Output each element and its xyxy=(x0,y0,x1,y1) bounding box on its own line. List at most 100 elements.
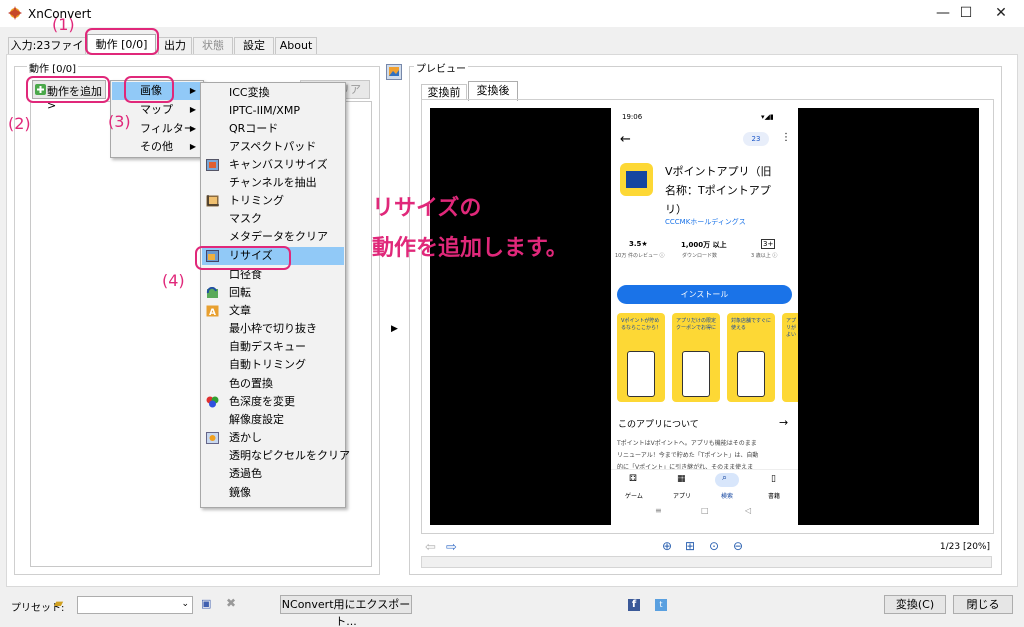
submenu-item-label: 色の置換 xyxy=(229,377,273,390)
submenu-item-extract-channel[interactable]: チャンネルを抽出 xyxy=(202,174,344,192)
preview-image: 19:06 ▾◢▮ ← 23 ⋮ Vポイントアプリ（旧 名称：Tポイントアプ リ… xyxy=(611,108,798,525)
zoom-actual-icon[interactable]: ⊙ xyxy=(709,539,719,553)
rotate-icon xyxy=(206,287,218,298)
submenu-item-mirror[interactable]: 鏡像 xyxy=(202,484,344,502)
submenu-item-label: キャンバスリサイズ xyxy=(229,158,328,171)
convert-label: 変換(C) xyxy=(895,598,935,611)
submenu-item-deskew[interactable]: 自動デスキュー xyxy=(202,338,344,356)
nav-label: 書籍 xyxy=(768,493,781,500)
tab-preview-before[interactable]: 変換前 xyxy=(421,84,467,100)
save-icon[interactable]: ▣ xyxy=(201,597,211,610)
submenu-arrow-icon: ▶ xyxy=(189,86,196,95)
tab-settings[interactable]: 設定 xyxy=(234,37,274,54)
prev-arrow-icon[interactable]: ⇦ xyxy=(425,540,436,555)
review-count: 10万 件のレビュー ⓘ xyxy=(615,253,665,259)
phone-status-icons: ▾◢▮ xyxy=(761,113,774,121)
preset-dropdown[interactable]: ⌄ xyxy=(77,596,193,614)
submenu-item-rotate[interactable]: 回転 xyxy=(202,284,344,302)
forward-arrow-icon: → xyxy=(779,416,789,429)
close-window-button[interactable]: ✕ xyxy=(978,0,1024,27)
facebook-icon[interactable]: f xyxy=(628,599,640,611)
tab-preview-after[interactable]: 変換後 xyxy=(468,81,518,101)
submenu-item-label: 色深度を変更 xyxy=(229,395,295,408)
zoom-out-icon[interactable]: ⊖ xyxy=(733,539,743,553)
submenu-arrow-icon: ▶ xyxy=(189,105,196,114)
callout-text: リサイズの xyxy=(372,196,482,221)
crop-icon xyxy=(206,195,219,207)
submenu-item-crop[interactable]: トリミング xyxy=(202,192,344,210)
canvas-resize-icon xyxy=(206,159,219,171)
twitter-icon[interactable]: t xyxy=(655,599,667,611)
submenu-item-label: 回転 xyxy=(229,286,251,299)
highlight-box-step2 xyxy=(26,76,110,103)
preview-group-label: プレビュー xyxy=(414,60,468,75)
chevron-down-icon: ⌄ xyxy=(181,599,189,609)
search-icon: ⌕ xyxy=(722,473,728,483)
developer-name: CCCMKホールディングス xyxy=(665,218,746,226)
submenu-item-label: 自動トリミング xyxy=(229,358,306,371)
text-icon: A xyxy=(206,305,219,317)
submenu-item-label: 最小枠で切り抜き xyxy=(229,322,317,335)
image-submenu: ICC変換 IPTC-IIM/XMP QRコード アスペクトパッド キャンバスリ… xyxy=(200,82,350,508)
preview-icon[interactable] xyxy=(386,64,402,80)
tab-about[interactable]: About xyxy=(275,37,317,54)
submenu-item-resolution[interactable]: 解像度設定 xyxy=(202,411,344,429)
submenu-item-iptc[interactable]: IPTC-IIM/XMP xyxy=(202,102,344,120)
convert-button[interactable]: 変換(C) xyxy=(884,595,946,614)
submenu-item-label: ICC変換 xyxy=(229,86,270,99)
submenu-item-watermark[interactable]: 透かし xyxy=(202,429,344,447)
apps-icon: ▦ xyxy=(677,474,686,484)
app-screenshot: 対象店舗ですぐに使える xyxy=(727,313,775,402)
highlight-box-step1 xyxy=(85,28,159,55)
submenu-item-clear-transparent[interactable]: 透明なピクセルをクリア xyxy=(202,447,350,465)
back-arrow-icon: ← xyxy=(620,132,631,147)
export-label: NConvert用にエクスポート... xyxy=(281,598,411,627)
folder-icon[interactable]: ▰ xyxy=(54,596,63,610)
submenu-item-label: 解像度設定 xyxy=(229,413,284,426)
submenu-item-label: 透過色 xyxy=(229,467,262,480)
menu-item-label: その他 xyxy=(140,140,173,153)
fit-icon[interactable]: ⊞ xyxy=(685,539,695,553)
store-app-title: 名称：Tポイントアプ xyxy=(665,184,771,197)
tab-output[interactable]: 出力 xyxy=(158,37,192,54)
submenu-item-canvas-resize[interactable]: キャンバスリサイズ xyxy=(202,156,344,174)
nav-label: 検索 xyxy=(721,493,734,500)
submenu-item-clear-metadata[interactable]: メタデータをクリア xyxy=(202,228,344,246)
submenu-item-autocrop-min[interactable]: 最小枠で切り抜き xyxy=(202,320,344,338)
app-logo-icon xyxy=(8,6,22,20)
watermark-icon xyxy=(206,432,219,444)
store-app-title: リ） xyxy=(665,203,687,216)
close-button[interactable]: 閉じる xyxy=(953,595,1013,614)
submenu-item-qrcode[interactable]: QRコード xyxy=(202,120,344,138)
submenu-item-mask[interactable]: マスク xyxy=(202,210,344,228)
books-icon: ▯ xyxy=(771,474,776,484)
submenu-item-icc[interactable]: ICC変換 xyxy=(202,84,344,102)
submenu-item-replace-color[interactable]: 色の置換 xyxy=(202,375,344,393)
app-description: TポイントはVポイントへ。アプリも機能はそのまま xyxy=(617,440,757,447)
delete-icon[interactable]: ✖ xyxy=(226,596,236,610)
about-app-title: このアプリについて xyxy=(618,420,699,430)
tab-input[interactable]: 入力:23ファイル xyxy=(8,37,86,67)
app-screenshot: アプリがよい xyxy=(782,313,798,402)
android-nav-icons: ≡ xyxy=(655,506,662,515)
next-arrow-icon[interactable]: ⇨ xyxy=(446,540,457,555)
submenu-item-aspect-pad[interactable]: アスペクトパッド xyxy=(202,138,344,156)
app-screenshot: Vポイントが貯めるならここから！ xyxy=(617,313,665,402)
submenu-item-label: 透かし xyxy=(229,431,262,444)
export-nconvert-button[interactable]: NConvert用にエクスポート... xyxy=(280,595,412,627)
submenu-item-text[interactable]: A 文章 xyxy=(202,302,344,320)
color-depth-icon xyxy=(206,396,219,408)
zoom-in-icon[interactable]: ⊕ xyxy=(662,539,672,553)
tab-status[interactable]: 状態 xyxy=(193,37,233,54)
submenu-item-label: 鏡像 xyxy=(229,486,251,499)
submenu-item-transparent-color[interactable]: 透過色 xyxy=(202,465,344,483)
splitter-arrow-icon[interactable]: ▶ xyxy=(391,324,398,334)
submenu-item-color-depth[interactable]: 色深度を変更 xyxy=(202,393,344,411)
step-label: (3) xyxy=(108,112,131,131)
step-label: (1) xyxy=(52,15,75,34)
menu-item-other[interactable]: その他 ▶ xyxy=(112,138,202,156)
submenu-item-label: チャンネルを抽出 xyxy=(229,176,317,189)
preview-scrollbar[interactable] xyxy=(421,556,992,568)
submenu-item-autotrim[interactable]: 自動トリミング xyxy=(202,356,344,374)
submenu-item-label: トリミング xyxy=(229,194,284,207)
